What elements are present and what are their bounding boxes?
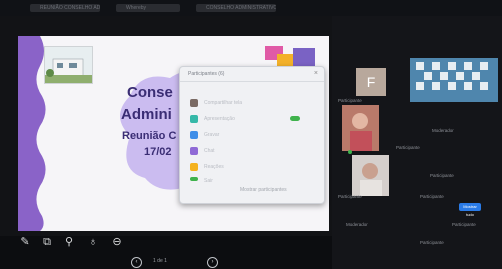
slide-title-line1: Conse: [127, 84, 173, 101]
slide-date: 17/02: [144, 146, 172, 158]
tab-label: CONSELHO ADMINISTRATIVO: [206, 5, 276, 11]
popup-menu-item[interactable]: Reações: [190, 161, 314, 173]
shared-screen-viewer: Conse Admini Reunião C 17/02 Participant…: [0, 16, 332, 248]
participant-video[interactable]: [352, 155, 389, 196]
reactions-icon: [190, 163, 198, 171]
lock-icon[interactable]: ♁: [86, 235, 100, 249]
mic-status-icon: [348, 150, 352, 154]
pagination: ‹ 1 de 1 ›: [125, 256, 225, 268]
tab-label: REUNIÃO CONSELHO ADM: [40, 5, 100, 11]
leave-icon: [190, 177, 198, 181]
presentation-icon: [190, 115, 198, 123]
zoom-icon[interactable]: ⚲: [62, 235, 76, 249]
participant-name: Participante: [338, 194, 362, 199]
menu-item-label: Sair: [204, 178, 213, 184]
menu-item-label: Chat: [204, 148, 215, 154]
participants-popup: Participantes (6) × Compartilhar tela Ap…: [179, 66, 325, 204]
popup-menu-item[interactable]: Sair: [190, 175, 314, 187]
menu-item-label: Reações: [204, 164, 224, 170]
participant-name: Participante: [452, 222, 476, 227]
building-image: [44, 46, 93, 84]
avatar: F: [356, 68, 386, 96]
browser-tab[interactable]: REUNIÃO CONSELHO ADM: [30, 4, 100, 12]
show-participants-link[interactable]: Mostrar participantes: [240, 187, 287, 193]
participant-video-thumbnail[interactable]: [410, 58, 498, 102]
popup-header: Participantes (6) ×: [180, 67, 324, 82]
popup-menu-item[interactable]: Compartilhar tela: [190, 97, 314, 109]
participant-name: Participante: [396, 145, 420, 150]
close-icon[interactable]: ⊖: [110, 235, 124, 249]
close-icon[interactable]: ×: [314, 70, 318, 77]
menu-item-label: Apresentação: [204, 116, 235, 122]
chat-icon: [190, 147, 198, 155]
share-screen-icon: [190, 99, 198, 107]
browser-tab-bar: REUNIÃO CONSELHO ADM Whereby CONSELHO AD…: [0, 0, 502, 16]
participant-name: Participante: [338, 98, 362, 103]
popup-menu-item[interactable]: Chat: [190, 145, 314, 157]
pen-icon[interactable]: ✎: [18, 235, 32, 249]
participant-name: Participante: [420, 240, 444, 245]
popup-menu-item[interactable]: Apresentação: [190, 113, 314, 125]
menu-item-label: Gravar: [204, 132, 220, 138]
slide-subtitle: Reunião C: [122, 130, 177, 142]
show-all-button[interactable]: Mostrar tudo: [459, 203, 481, 217]
menu-item-label: Compartilhar tela: [204, 100, 243, 106]
slide-title-line2: Admini: [121, 106, 172, 123]
record-icon: [190, 131, 198, 139]
participant-name: Participante: [430, 173, 454, 178]
layout-icon[interactable]: ⧉: [40, 235, 54, 249]
popup-title: Participantes (6): [188, 71, 225, 77]
prev-page-button[interactable]: ‹: [131, 257, 142, 268]
viewer-toolbar: ✎ ⧉ ⚲ ♁ ⊖: [0, 229, 332, 253]
page-indicator: 1 de 1: [153, 258, 167, 264]
participant-name: Participante: [420, 194, 444, 199]
tab-label: Whereby: [126, 5, 147, 11]
popup-menu-item[interactable]: Gravar: [190, 129, 314, 141]
participant-video[interactable]: [342, 105, 379, 151]
next-page-button[interactable]: ›: [207, 257, 218, 268]
browser-tab[interactable]: CONSELHO ADMINISTRATIVO: [196, 4, 276, 12]
participant-name: Moderador: [432, 128, 454, 133]
participant-name: Moderador: [346, 222, 368, 227]
browser-tab[interactable]: Whereby: [116, 4, 180, 12]
toggle-switch[interactable]: [290, 116, 300, 121]
